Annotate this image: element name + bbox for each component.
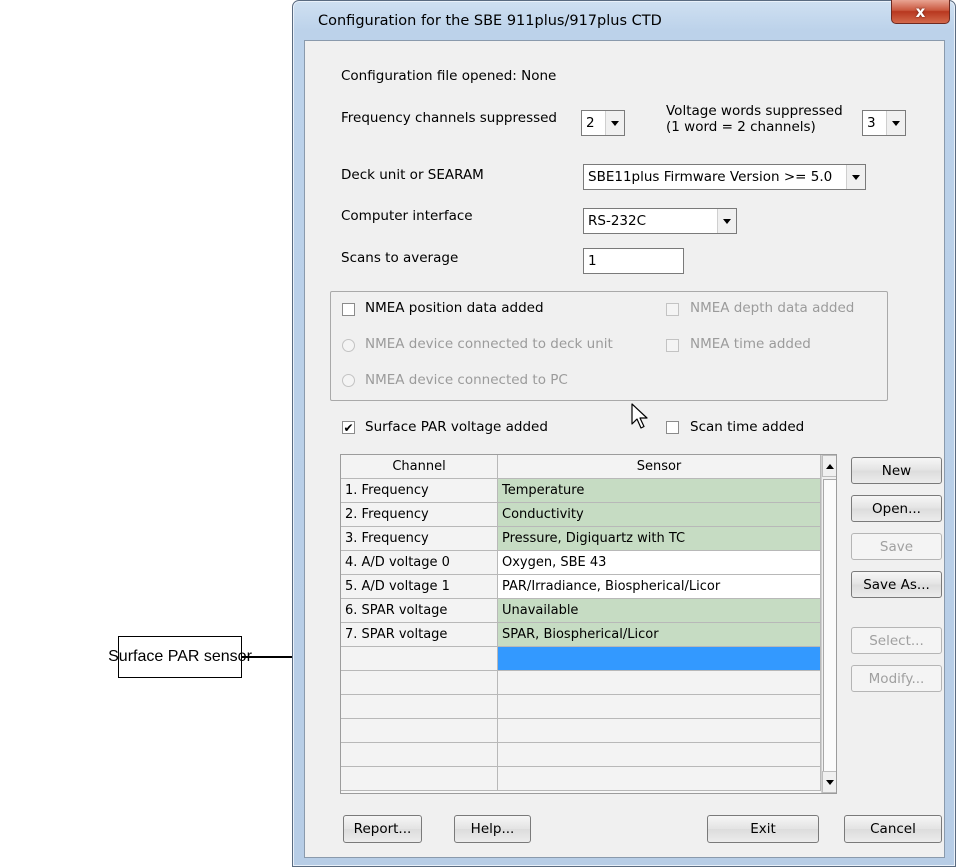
sensor-cell[interactable] [498, 671, 821, 695]
nmea-depth-label: NMEA depth data added [690, 300, 855, 316]
sensor-cell[interactable]: Oxygen, SBE 43 [498, 551, 821, 575]
sensor-cell[interactable]: SPAR, Biospherical/Licor [498, 623, 821, 647]
mouse-cursor-icon [631, 403, 648, 429]
sensor-cell[interactable]: Temperature [498, 479, 821, 503]
config-file-label: Configuration file opened: None [341, 68, 557, 84]
table-row[interactable] [341, 671, 821, 695]
deck-unit-label: Deck unit or SEARAM [341, 167, 484, 183]
table-row[interactable]: 6. SPAR voltage Unavailable [341, 599, 821, 623]
column-header-sensor[interactable]: Sensor [498, 455, 821, 479]
callout-label: Surface PAR sensor [108, 636, 252, 678]
channel-cell[interactable] [341, 647, 498, 671]
freq-channels-select[interactable]: 2 [581, 110, 625, 136]
window-title: Configuration for the SBE 911plus/917plu… [318, 13, 662, 29]
nmea-time-label: NMEA time added [690, 336, 811, 352]
freq-channels-label: Frequency channels suppressed [341, 110, 558, 126]
sensor-cell[interactable] [498, 647, 821, 671]
scan-time-label: Scan time added [690, 419, 805, 435]
channel-cell[interactable]: 6. SPAR voltage [341, 599, 498, 623]
open-button[interactable]: Open... [851, 495, 942, 522]
chevron-down-icon[interactable] [886, 111, 905, 135]
report-button[interactable]: Report... [343, 815, 422, 843]
chevron-down-icon[interactable] [846, 165, 865, 189]
nmea-depth-checkbox[interactable] [666, 303, 679, 316]
channel-cell[interactable]: 4. A/D voltage 0 [341, 551, 498, 575]
computer-interface-label: Computer interface [341, 208, 473, 224]
table-row[interactable]: 4. A/D voltage 0 Oxygen, SBE 43 [341, 551, 821, 575]
channel-cell[interactable] [341, 719, 498, 743]
new-button[interactable]: New [851, 457, 942, 484]
channel-cell[interactable]: 1. Frequency [341, 479, 498, 503]
nmea-pc-radio[interactable] [342, 374, 355, 387]
sensor-cell[interactable] [498, 767, 821, 791]
table-row[interactable] [341, 695, 821, 719]
table-row[interactable] [341, 647, 821, 671]
exit-button[interactable]: Exit [707, 815, 819, 843]
table-row[interactable] [341, 767, 821, 791]
surface-par-label: Surface PAR voltage added [365, 419, 548, 435]
scroll-up-button[interactable] [822, 455, 836, 477]
channel-cell[interactable]: 2. Frequency [341, 503, 498, 527]
cancel-button[interactable]: Cancel [844, 815, 942, 843]
table-scrollbar[interactable] [821, 455, 836, 793]
close-button[interactable]: x [891, 0, 950, 24]
table-row[interactable]: 1. Frequency Temperature [341, 479, 821, 503]
table-row[interactable]: 5. A/D voltage 1 PAR/Irradiance, Biospher… [341, 575, 821, 599]
check-icon: ✔ [343, 420, 354, 435]
voltage-words-note: (1 word = 2 channels) [666, 119, 816, 135]
channel-cell[interactable]: 3. Frequency [341, 527, 498, 551]
save-button[interactable]: Save [851, 533, 942, 560]
sensor-cell[interactable]: Unavailable [498, 599, 821, 623]
modify-button[interactable]: Modify... [851, 665, 942, 692]
scans-to-average-input[interactable]: 1 [583, 248, 684, 274]
channel-cell[interactable]: 7. SPAR voltage [341, 623, 498, 647]
chevron-down-icon [826, 779, 834, 785]
save-as-button[interactable]: Save As... [851, 571, 942, 598]
scroll-down-button[interactable] [822, 771, 836, 793]
help-button[interactable]: Help... [454, 815, 531, 843]
table-row[interactable]: 3. Frequency Pressure, Digiquartz with TC [341, 527, 821, 551]
table-row[interactable] [341, 719, 821, 743]
nmea-pc-label: NMEA device connected to PC [365, 372, 568, 388]
select-button[interactable]: Select... [851, 627, 942, 654]
channel-cell[interactable] [341, 767, 498, 791]
column-header-channel[interactable]: Channel [341, 455, 498, 479]
channel-sensor-table: Channel Sensor 1. Frequency Temperature 2.… [340, 454, 837, 794]
sensor-cell[interactable]: Conductivity [498, 503, 821, 527]
table-row[interactable]: 7. SPAR voltage SPAR, Biospherical/Licor [341, 623, 821, 647]
sensor-cell[interactable] [498, 743, 821, 767]
table-row[interactable] [341, 743, 821, 767]
scrollbar-thumb[interactable] [823, 479, 836, 781]
chevron-up-icon [826, 463, 834, 469]
sensor-cell[interactable]: Pressure, Digiquartz with TC [498, 527, 821, 551]
sensor-cell[interactable] [498, 695, 821, 719]
channel-cell[interactable]: 5. A/D voltage 1 [341, 575, 498, 599]
surface-par-checkbox[interactable]: ✔ [342, 421, 355, 434]
channel-cell[interactable] [341, 695, 498, 719]
callout-text: Surface PAR sensor [108, 648, 252, 665]
sensor-cell[interactable]: PAR/Irradiance, Biospherical/Licor [498, 575, 821, 599]
nmea-position-label: NMEA position data added [365, 300, 544, 316]
table-row[interactable]: 2. Frequency Conductivity [341, 503, 821, 527]
nmea-time-checkbox[interactable] [666, 339, 679, 352]
channel-cell[interactable] [341, 671, 498, 695]
channel-cell[interactable] [341, 743, 498, 767]
table-header-row: Channel Sensor [341, 455, 821, 479]
nmea-position-checkbox[interactable] [342, 303, 355, 316]
close-icon: x [915, 2, 926, 21]
scans-to-average-label: Scans to average [341, 250, 459, 266]
voltage-words-select[interactable]: 3 [862, 110, 906, 136]
computer-interface-select[interactable]: RS-232C [583, 208, 737, 234]
scan-time-checkbox[interactable] [666, 421, 679, 434]
chevron-down-icon[interactable] [605, 111, 624, 135]
voltage-words-label: Voltage words suppressed [666, 103, 843, 119]
chevron-down-icon[interactable] [717, 209, 736, 233]
sensor-cell[interactable] [498, 719, 821, 743]
nmea-deck-unit-radio[interactable] [342, 339, 355, 352]
nmea-deck-unit-label: NMEA device connected to deck unit [365, 336, 613, 352]
deck-unit-select[interactable]: SBE11plus Firmware Version >= 5.0 [583, 164, 866, 190]
